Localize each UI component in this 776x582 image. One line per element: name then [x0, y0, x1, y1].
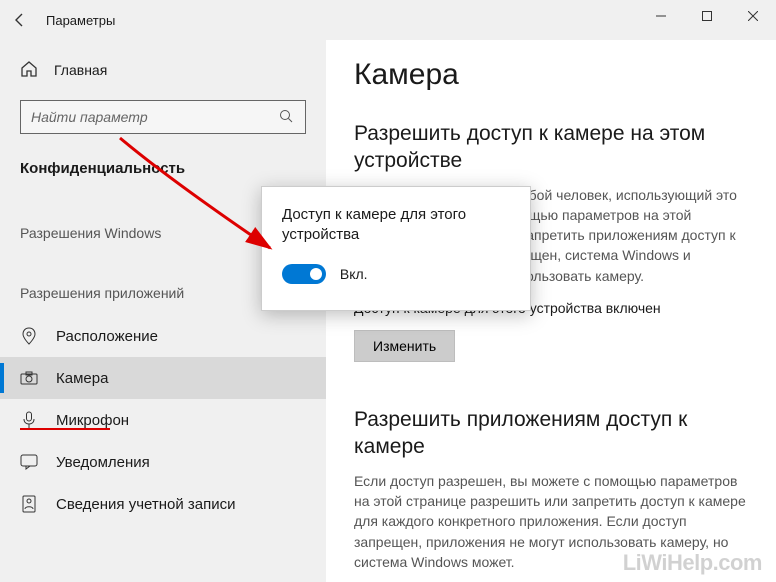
search-icon [279, 109, 295, 126]
location-icon [20, 327, 38, 345]
watermark: LiWiHelp.com [623, 550, 762, 576]
section-heading-app-access: Разрешить приложениям доступ к камере [354, 406, 748, 461]
search-box[interactable] [20, 100, 306, 134]
close-button[interactable] [730, 0, 776, 32]
sidebar-item-camera[interactable]: Камера [0, 357, 326, 399]
section-heading-device-access: Разрешить доступ к камере на этом устрой… [354, 120, 748, 175]
sidebar-item-label: Сведения учетной записи [56, 496, 236, 513]
device-access-toggle[interactable] [282, 264, 326, 284]
close-icon [748, 11, 758, 21]
sidebar-item-label: Микрофон [56, 412, 129, 429]
page-title: Камера [354, 58, 748, 92]
sidebar-item-location[interactable]: Расположение [0, 315, 326, 357]
minimize-icon [656, 11, 666, 21]
sidebar-item-label: Камера [56, 370, 108, 387]
sidebar-item-label: Уведомления [56, 454, 150, 471]
annotation-underline [20, 428, 110, 430]
arrow-left-icon [12, 12, 28, 28]
toggle-state-label: Вкл. [340, 266, 368, 282]
maximize-icon [702, 11, 712, 21]
maximize-button[interactable] [684, 0, 730, 32]
notification-icon [20, 454, 38, 470]
titlebar: Параметры [0, 0, 776, 40]
popup-title: Доступ к камере для этого устройства [282, 205, 510, 246]
sidebar-item-label: Расположение [56, 328, 158, 345]
home-nav[interactable]: Главная [0, 50, 326, 90]
camera-icon [20, 371, 38, 385]
search-input[interactable] [31, 109, 279, 125]
window-title: Параметры [46, 13, 115, 28]
content-pane: Камера Разрешить доступ к камере на этом… [326, 40, 776, 582]
sidebar-item-microphone[interactable]: Микрофон [0, 399, 326, 441]
sidebar-item-notifications[interactable]: Уведомления [0, 441, 326, 483]
sidebar-item-account-info[interactable]: Сведения учетной записи [0, 483, 326, 525]
home-icon [20, 60, 38, 81]
device-access-popup: Доступ к камере для этого устройства Вкл… [261, 186, 531, 311]
sidebar: Главная Конфиденциальность Разрешения Wi… [0, 40, 326, 582]
back-button[interactable] [0, 0, 40, 40]
microphone-icon [20, 411, 38, 429]
change-button[interactable]: Изменить [354, 330, 455, 362]
home-label: Главная [54, 62, 107, 78]
minimize-button[interactable] [638, 0, 684, 32]
account-icon [20, 495, 38, 513]
